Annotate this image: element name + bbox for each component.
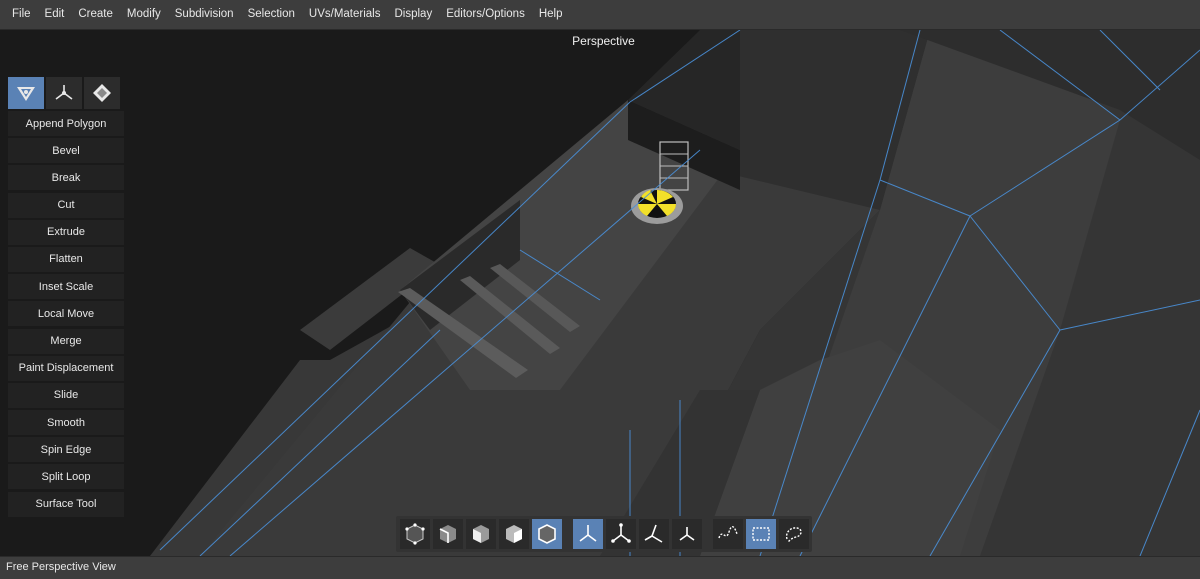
object-axis-icon: [610, 523, 631, 543]
transform-mode-icon: [55, 85, 73, 100]
menu-modify[interactable]: Modify: [120, 0, 168, 29]
lasso-paint-button[interactable]: [712, 519, 743, 549]
tool-flatten-button[interactable]: Flatten: [8, 246, 124, 272]
lasso-select-icon: [785, 527, 802, 543]
uv-mode-button[interactable]: [84, 77, 120, 109]
transform-mode-button[interactable]: [46, 77, 82, 109]
menu-display[interactable]: Display: [387, 0, 439, 29]
viewport-title: Perspective: [572, 34, 635, 48]
menu-uvs-materials[interactable]: UVs/Materials: [302, 0, 388, 29]
world-axis-icon: [579, 525, 596, 542]
lasso-paint-icon: [717, 525, 738, 539]
tool-surface-tool-button[interactable]: Surface Tool: [8, 491, 124, 517]
uv-select-icon: [505, 525, 522, 543]
menu-create[interactable]: Create: [71, 0, 120, 29]
tool-extrude-button[interactable]: Extrude: [8, 219, 124, 245]
object-axis-button[interactable]: [605, 519, 636, 549]
screen-axis-icon: [679, 527, 694, 541]
mesh-mode-icon: [17, 87, 35, 101]
tool-panel: Append Polygon Bevel Break Cut Extrude Flatte…: [8, 77, 124, 519]
lasso-select-button[interactable]: [778, 519, 809, 549]
menu-file[interactable]: File: [0, 0, 38, 29]
tool-cut-button[interactable]: Cut: [8, 192, 124, 218]
tool-inset-scale-button[interactable]: Inset Scale: [8, 274, 124, 300]
face-select-icon: [472, 525, 489, 543]
edge-select-icon: [439, 525, 456, 543]
local-axis-icon: [644, 524, 662, 543]
tool-local-move-button[interactable]: Local Move: [8, 301, 124, 327]
menu-editors-options[interactable]: Editors/Options: [439, 0, 532, 29]
world-axis-button[interactable]: [572, 519, 603, 549]
tool-break-button[interactable]: Break: [8, 165, 124, 191]
tool-slide-button[interactable]: Slide: [8, 382, 124, 408]
tool-smooth-button[interactable]: Smooth: [8, 410, 124, 436]
object-select-button[interactable]: [531, 519, 562, 549]
mode-row: [8, 77, 124, 109]
vertex-select-icon: [404, 523, 425, 545]
mesh-mode-button[interactable]: [8, 77, 44, 109]
menu-help[interactable]: Help: [532, 0, 570, 29]
tool-list: Append Polygon Bevel Break Cut Extrude Flatte…: [8, 111, 124, 517]
perspective-viewport[interactable]: Perspective Append Polygon Bevel Break C…: [0, 30, 1200, 556]
tool-merge-button[interactable]: Merge: [8, 328, 124, 354]
tool-spin-edge-button[interactable]: Spin Edge: [8, 437, 124, 463]
tool-split-loop-button[interactable]: Split Loop: [8, 464, 124, 490]
edge-select-button[interactable]: [432, 519, 463, 549]
object-select-icon: [537, 524, 556, 544]
status-text: Free Perspective View: [6, 561, 116, 573]
status-bar: Free Perspective View: [0, 556, 1200, 579]
menu-subdivision[interactable]: Subdivision: [168, 0, 241, 29]
face-select-button[interactable]: [465, 519, 496, 549]
menu-selection[interactable]: Selection: [241, 0, 302, 29]
uv-mode-icon: [93, 84, 111, 102]
menu-bar: File Edit Create Modify Subdivision Selection…: [0, 0, 1200, 30]
menu-edit[interactable]: Edit: [38, 0, 72, 29]
uv-select-button[interactable]: [498, 519, 529, 549]
marquee-select-icon: [751, 527, 770, 541]
scene-geometry: [150, 30, 1200, 556]
marquee-select-button[interactable]: [745, 519, 776, 549]
tool-bevel-button[interactable]: Bevel: [8, 138, 124, 164]
tool-append-polygon-button[interactable]: Append Polygon: [8, 111, 124, 136]
selection-toolbar: [396, 516, 812, 552]
screen-axis-button[interactable]: [671, 519, 702, 549]
local-axis-button[interactable]: [638, 519, 669, 549]
tool-paint-displacement-button[interactable]: Paint Displacement: [8, 355, 124, 381]
vertex-select-button[interactable]: [399, 519, 430, 549]
